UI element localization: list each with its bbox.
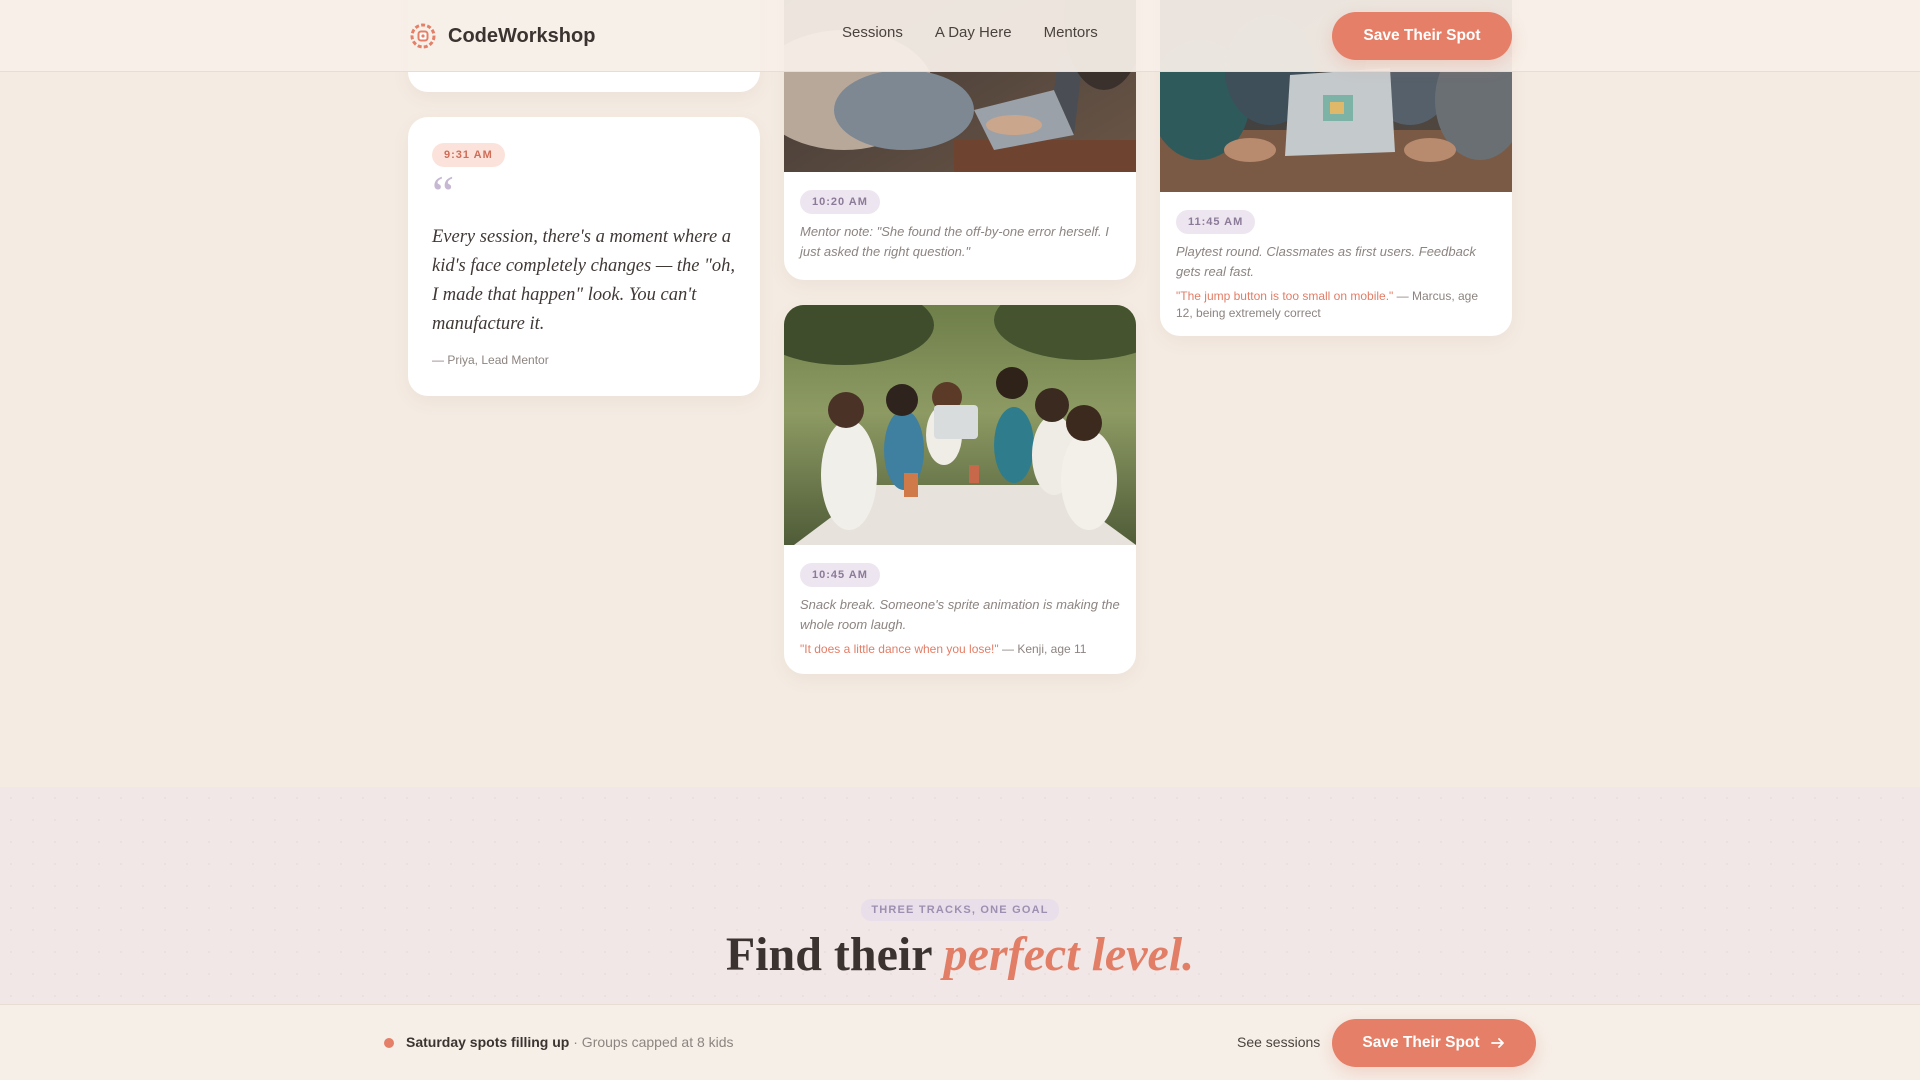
time-badge: 10:20 AM: [800, 190, 880, 214]
save-spot-label: Save Their Spot: [1363, 27, 1481, 44]
nav-link-a-day-here[interactable]: A Day Here: [935, 24, 1012, 41]
timeline-card-1045: 10:45 AM Snack break. Someone's sprite a…: [784, 305, 1136, 674]
card-caption: Snack break. Someone's sprite animation …: [800, 597, 1120, 632]
kid-quote-author: — Kenji, age 11: [1001, 642, 1087, 656]
save-spot-bottom-button[interactable]: Save Their Spot: [1332, 1019, 1536, 1067]
kid-quote-text: "It does a little dance when you lose!": [800, 642, 999, 656]
card-caption: Playtest round. Classmates as first user…: [1176, 244, 1476, 279]
gear-logo-icon: [410, 23, 436, 49]
mentor-quote: Every session, there's a moment where a …: [432, 227, 736, 334]
brand-name: CodeWorkshop: [448, 24, 596, 47]
time-badge: 10:45 AM: [800, 563, 880, 587]
save-spot-bottom-label: Save Their Spot: [1362, 1034, 1480, 1051]
kid-quote-text: "The jump button is too small on mobile.…: [1176, 289, 1394, 303]
top-navbar: CodeWorkshop Sessions A Day Here Mentors…: [0, 0, 1920, 72]
status-rest: · Groups capped at 8 kids: [569, 1034, 734, 1050]
nav-link-sessions[interactable]: Sessions: [842, 24, 903, 41]
quote-attribution: — Priya, Lead Mentor: [432, 353, 549, 367]
quote-mark-icon: “: [432, 165, 455, 221]
save-spot-button[interactable]: Save Their Spot: [1332, 12, 1512, 60]
headline-accent: perfect level.: [943, 928, 1195, 981]
see-sessions-link[interactable]: See sessions: [1237, 1034, 1320, 1050]
availability-status: Saturday spots filling up · Groups cappe…: [406, 1034, 734, 1050]
section-headline: Find their perfect level.: [0, 927, 1920, 982]
photo-kids-outdoors: [784, 305, 1136, 545]
time-badge: 11:45 AM: [1176, 210, 1256, 234]
section-eyebrow: THREE TRACKS, ONE GOAL: [0, 899, 1920, 921]
kid-quote: "The jump button is too small on mobile.…: [1176, 288, 1496, 322]
status-dot-icon: [384, 1038, 394, 1048]
kid-quote: "It does a little dance when you lose!" …: [800, 641, 1120, 658]
main-nav: Sessions A Day Here Mentors: [842, 24, 1098, 41]
brand[interactable]: CodeWorkshop: [410, 20, 595, 52]
headline-plain: Find their: [725, 928, 944, 981]
nav-link-mentors[interactable]: Mentors: [1044, 24, 1098, 41]
eyebrow-label: THREE TRACKS, ONE GOAL: [861, 899, 1059, 921]
card-caption: Mentor note: "She found the off-by-one e…: [800, 224, 1109, 259]
status-bold: Saturday spots filling up: [406, 1034, 570, 1050]
sticky-bottom-bar: Saturday spots filling up · Groups cappe…: [0, 1004, 1920, 1080]
time-badge: 9:31 AM: [432, 143, 505, 167]
quote-card: 9:31 AM “ Every session, there's a momen…: [408, 117, 760, 396]
arrow-right-icon: [1490, 1038, 1504, 1048]
